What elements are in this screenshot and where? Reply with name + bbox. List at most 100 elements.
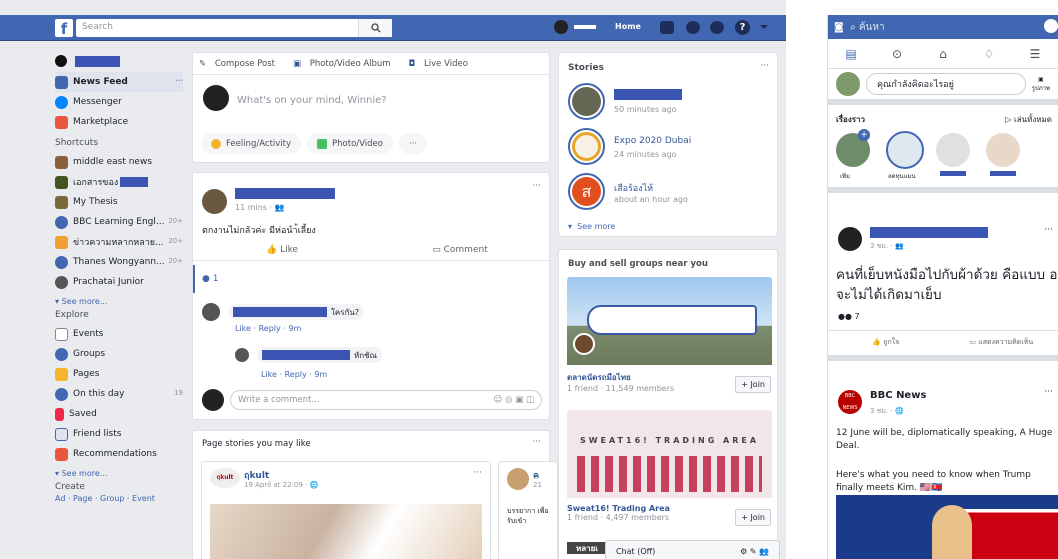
more-icon[interactable]: ··· — [175, 77, 183, 85]
reaction-count[interactable]: ● 1 — [202, 274, 218, 284]
page-name[interactable]: BBC News — [870, 390, 926, 401]
comment-button[interactable]: ▭ Comment — [371, 239, 549, 260]
tab-live-video[interactable]: ◘ Live Video — [403, 59, 480, 69]
chat-bar[interactable]: Chat (Off) ⚙ ✎ 👥 — [605, 540, 780, 559]
group-suggestion[interactable]: ตลาดนัดรถมือไทย 1 friend · 11,549 member… — [567, 277, 772, 397]
tab-news-feed[interactable]: ▤ — [828, 47, 874, 61]
comment-actions[interactable]: Like · Reply · 9m — [235, 324, 301, 333]
facebook-logo[interactable]: f — [55, 19, 73, 38]
chevron-down-icon[interactable] — [760, 25, 768, 33]
photo-button[interactable]: ▣ รูปภาพ — [1032, 76, 1050, 93]
more-icon[interactable]: ··· — [532, 437, 541, 447]
join-button[interactable]: + Join — [735, 376, 771, 393]
friend-requests-icon[interactable] — [660, 21, 674, 34]
avatar[interactable] — [838, 227, 862, 251]
avatar[interactable] — [202, 303, 220, 321]
story-item[interactable]: Expo 2020 Dubai 24 minutes ago — [568, 128, 768, 168]
tab-menu[interactable]: ☰ — [1012, 47, 1058, 61]
post-time[interactable]: 11 mins · 👥 — [235, 203, 285, 212]
shortcut-item[interactable]: middle east news — [55, 152, 183, 172]
sidebar-item-label: Messenger — [73, 97, 122, 107]
like-button[interactable]: 👍 Like — [193, 239, 371, 260]
tab-marketplace[interactable]: ⌂ — [920, 47, 966, 61]
story-item[interactable]: ส เสือร้องไห้ about an hour ago — [568, 173, 768, 213]
camera-icon[interactable]: ◙ — [834, 22, 844, 33]
post-image[interactable] — [836, 495, 1058, 559]
page-story-image[interactable] — [210, 504, 482, 559]
tab-watch[interactable]: ⊙ — [874, 47, 920, 61]
tab-notifications[interactable]: ♢ — [966, 47, 1012, 61]
more-icon[interactable]: ··· — [1044, 225, 1053, 235]
more-button[interactable]: ··· — [398, 133, 428, 154]
join-button[interactable]: + Join — [735, 509, 771, 526]
sidebar-item-friend-lists[interactable]: Friend lists — [55, 424, 183, 444]
sidebar-item-news-feed[interactable]: News Feed ··· — [55, 72, 183, 92]
group-image — [567, 277, 772, 365]
more-icon[interactable]: ··· — [1044, 387, 1053, 397]
shortcut-item[interactable]: My Thesis — [55, 192, 183, 212]
shortcut-item[interactable]: BBC Learning Engl... 20+ — [55, 212, 183, 232]
tab-compose-post[interactable]: ✎ Compose Post — [193, 59, 287, 69]
story-item[interactable]: 50 minutes ago — [568, 83, 768, 123]
sidebar-item-events[interactable]: Events — [55, 324, 183, 344]
notifications-icon[interactable] — [710, 21, 724, 34]
play-all-link[interactable]: ▷ เล่นทั้งหมด — [1005, 113, 1052, 126]
author-name-redacted[interactable] — [870, 227, 988, 238]
post-menu-icon[interactable]: ··· — [532, 181, 541, 191]
story-item[interactable] — [936, 133, 970, 167]
like-button[interactable]: 👍 ถูกใจ — [828, 337, 944, 348]
avatar[interactable] — [235, 348, 249, 362]
see-more-link[interactable]: ▾ See more... — [55, 292, 183, 310]
comment-button[interactable]: ▭ แสดงความคิดเห็น — [944, 337, 1058, 348]
messenger-icon[interactable] — [1044, 19, 1058, 33]
group-image[interactable]: หลายเ — [567, 542, 607, 554]
shortcut-item[interactable]: Prachatai Junior — [55, 272, 183, 292]
see-more-link[interactable]: ▾ See more... — [55, 464, 183, 482]
composer-input[interactable]: What's on your mind, Winnie? — [237, 95, 387, 106]
comment-actions[interactable]: Like · Reply · 9m — [261, 370, 327, 379]
sidebar-item-groups[interactable]: Groups — [55, 344, 183, 364]
see-more-link[interactable]: ▾ See more — [568, 222, 615, 231]
feeling-button[interactable]: Feeling/Activity — [201, 133, 302, 154]
comment-input[interactable]: Write a comment... ☺ ◎ ▣ ◫ — [230, 390, 542, 410]
sidebar-item-pages[interactable]: Pages — [55, 364, 183, 384]
train-shape — [587, 305, 757, 335]
avatar[interactable] — [202, 189, 227, 214]
messenger-icon[interactable] — [686, 21, 700, 34]
profile-avatar[interactable] — [554, 20, 568, 34]
more-icon[interactable]: ··· — [760, 61, 769, 71]
tab-photo-album[interactable]: ▣ Photo/Video Album — [287, 59, 403, 69]
search-icon[interactable]: ⌕ — [850, 22, 856, 33]
story-item[interactable] — [986, 133, 1020, 167]
sidebar-item-saved[interactable]: Saved — [55, 404, 183, 424]
nav-profile[interactable] — [55, 50, 183, 72]
author-name-redacted[interactable] — [235, 188, 335, 199]
more-icon[interactable]: ··· — [473, 468, 482, 478]
sidebar-item-recommendations[interactable]: Recommendations — [55, 444, 183, 464]
group-suggestion[interactable]: SWEAT16! TRADING AREA Sweat16! Trading A… — [567, 410, 772, 530]
story-item[interactable] — [886, 131, 924, 169]
sidebar-item-on-this-day[interactable]: On this day 19 — [55, 384, 183, 404]
shortcut-item[interactable]: Thanes Wongyann... 20+ — [55, 252, 183, 272]
sidebar-item-marketplace[interactable]: Marketplace — [55, 112, 183, 132]
page-name[interactable]: ฤkult — [244, 468, 269, 482]
bbc-avatar[interactable]: BBC NEWS — [838, 390, 862, 414]
reply: หักชัณ — [235, 347, 382, 363]
mobile-composer-input[interactable]: คุณกำลังคิดอะไรอยู่ — [866, 73, 1026, 95]
help-icon[interactable]: ? — [735, 20, 750, 35]
chat-icons[interactable]: ⚙ ✎ 👥 — [740, 547, 769, 556]
photo-video-button[interactable]: Photo/Video — [307, 133, 393, 154]
shortcut-item[interactable]: ข่าวความหลากหลาย... 20+ — [55, 232, 183, 252]
page-story[interactable]: ค 21 บรรยากา เพื่อรับเข้า — [498, 461, 558, 559]
search-input[interactable]: Search — [76, 19, 392, 37]
sidebar-item-messenger[interactable]: Messenger — [55, 92, 183, 112]
create-links[interactable]: Ad · Page · Group · Event — [55, 494, 183, 503]
profile-name-redacted[interactable] — [574, 25, 596, 29]
shortcut-item[interactable]: เอกสารของ — [55, 172, 183, 192]
mobile-search-input[interactable]: ค้นหา — [859, 20, 885, 35]
page-story[interactable]: ฤkult ฤkult 19 April at 22:09 · 🌐 ··· — [201, 461, 491, 559]
search-button[interactable] — [358, 19, 392, 37]
reaction-count[interactable]: ●● 7 — [838, 312, 860, 321]
home-link[interactable]: Home — [615, 22, 641, 31]
comment-tools-icons[interactable]: ☺ ◎ ▣ ◫ — [494, 395, 534, 405]
